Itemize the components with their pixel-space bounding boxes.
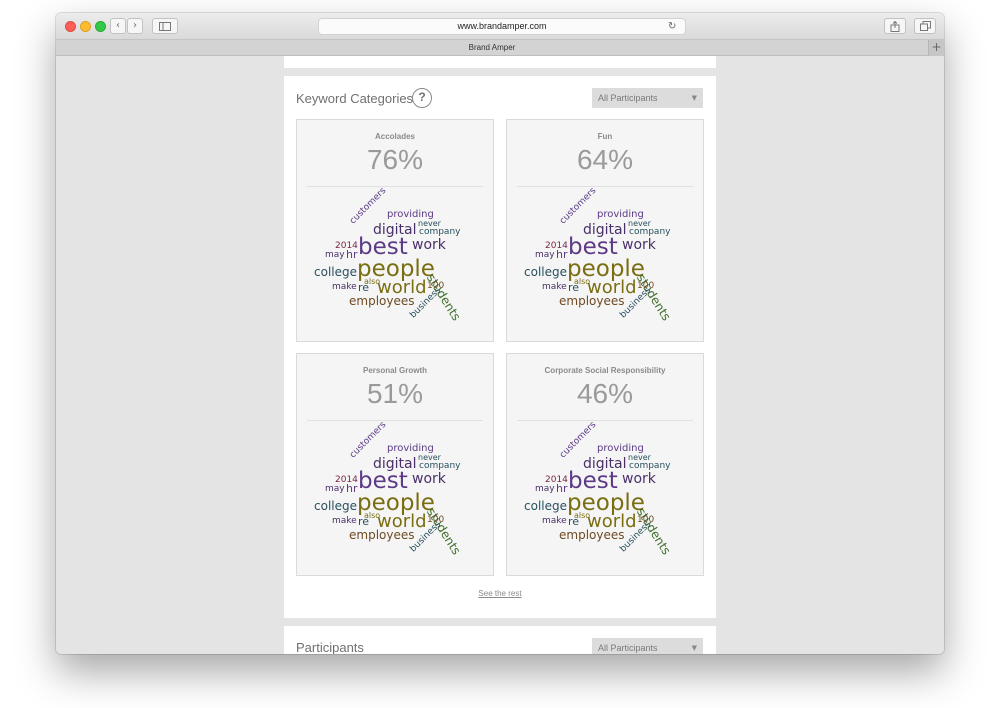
category-title: Personal Growth [362, 366, 427, 375]
word-cloud-word: may [535, 250, 555, 260]
word-cloud-word: hr [556, 482, 568, 495]
category-percentage: 64% [576, 144, 634, 175]
maximize-window-button[interactable] [95, 21, 106, 32]
help-icon[interactable]: ? [412, 88, 432, 108]
dropdown-arrow-icon: ▼ [691, 644, 697, 652]
participants-section-filter-select[interactable]: All Participants ▼ [592, 638, 703, 654]
minimize-window-button[interactable] [80, 21, 91, 32]
word-cloud-word: hr [346, 482, 358, 495]
word-cloud-word: make [332, 516, 357, 526]
word-cloud-word: may [325, 484, 345, 494]
word-cloud-word: employees [559, 294, 625, 308]
share-icon [890, 20, 900, 32]
reload-icon[interactable]: ↻ [668, 18, 676, 35]
word-cloud-word: employees [349, 528, 415, 542]
back-button[interactable]: ‹ [110, 18, 126, 34]
word-cloud-word: employees [349, 294, 415, 308]
select-value: All Participants [598, 93, 658, 103]
word-cloud-word: may [535, 484, 555, 494]
page-viewport: Keyword Categories ? All Participants ▼ … [56, 56, 944, 654]
word-cloud-word: re [358, 281, 370, 294]
word-cloud-word: work [622, 237, 656, 253]
word-cloud-word: customers [348, 185, 389, 227]
category-panel: Accolades 76% customers providing digita… [296, 119, 494, 342]
word-cloud-word: customers [558, 419, 599, 461]
word-cloud-word: college [524, 265, 567, 279]
word-cloud-word: make [542, 516, 567, 526]
select-value: All Participants [598, 643, 658, 653]
title-bar: ‹ › www.brandamper.com ↻ [56, 13, 944, 40]
browser-window: ‹ › www.brandamper.com ↻ Brand Amper + K… [56, 13, 944, 654]
word-cloud-word: employees [559, 528, 625, 542]
word-cloud-word: company [629, 461, 671, 471]
tab-bar: Brand Amper + [56, 40, 944, 56]
word-cloud-word: college [314, 499, 357, 513]
forward-button[interactable]: › [127, 18, 143, 34]
category-percentage: 76% [366, 144, 424, 175]
address-bar[interactable]: www.brandamper.com [318, 18, 686, 35]
word-cloud-word: work [412, 471, 446, 487]
category-percentage: 51% [366, 378, 424, 409]
category-percentage: 46% [576, 378, 634, 409]
word-cloud-word: make [332, 282, 357, 292]
url-text: www.brandamper.com [457, 21, 547, 31]
word-cloud-word: customers [348, 419, 389, 461]
new-tab-button[interactable]: + [928, 40, 944, 56]
participants-filter-select[interactable]: All Participants ▼ [592, 88, 703, 108]
sidebar-icon [159, 22, 171, 31]
show-tabs-button[interactable] [914, 18, 936, 34]
word-cloud: customers providing digital never compan… [297, 186, 493, 338]
category-title: Accolades [374, 132, 416, 141]
previous-section-card [284, 56, 716, 68]
word-cloud-word: re [568, 281, 580, 294]
word-cloud-word: hr [556, 248, 568, 261]
category-panel: Corporate Social Responsibility 46% cust… [506, 353, 704, 576]
category-title: Fun [597, 132, 613, 141]
word-cloud: customers providing digital never compan… [507, 186, 703, 338]
word-cloud-word: work [412, 237, 446, 253]
category-panel: Personal Growth 51% customers providing … [296, 353, 494, 576]
word-cloud-word: make [542, 282, 567, 292]
share-button[interactable] [884, 18, 906, 34]
word-cloud-word: hr [346, 248, 358, 261]
word-cloud-word: college [524, 499, 567, 513]
category-title: Corporate Social Responsibility [544, 366, 666, 375]
word-cloud: customers providing digital never compan… [507, 420, 703, 572]
tab-title[interactable]: Brand Amper [56, 40, 928, 56]
word-cloud-word: company [629, 227, 671, 237]
word-cloud: customers providing digital never compan… [297, 420, 493, 572]
sidebar-toggle-button[interactable] [152, 18, 178, 34]
keyword-categories-card: Keyword Categories ? All Participants ▼ … [284, 76, 716, 618]
word-cloud-word: re [568, 515, 580, 528]
participants-card: Participants All Participants ▼ [284, 626, 716, 654]
word-cloud-word: may [325, 250, 345, 260]
word-cloud-word: work [622, 471, 656, 487]
word-cloud-word: company [419, 461, 461, 471]
see-the-rest-link[interactable]: See the rest [284, 589, 716, 598]
tabs-icon [919, 21, 931, 31]
participants-title: Participants [296, 640, 364, 654]
word-cloud-word: company [419, 227, 461, 237]
word-cloud-word: college [314, 265, 357, 279]
section-title: Keyword Categories [296, 91, 414, 106]
category-panel: Fun 64% customers providing digital neve… [506, 119, 704, 342]
dropdown-arrow-icon: ▼ [691, 94, 697, 102]
close-window-button[interactable] [65, 21, 76, 32]
word-cloud-word: re [358, 515, 370, 528]
word-cloud-word: customers [558, 185, 599, 227]
